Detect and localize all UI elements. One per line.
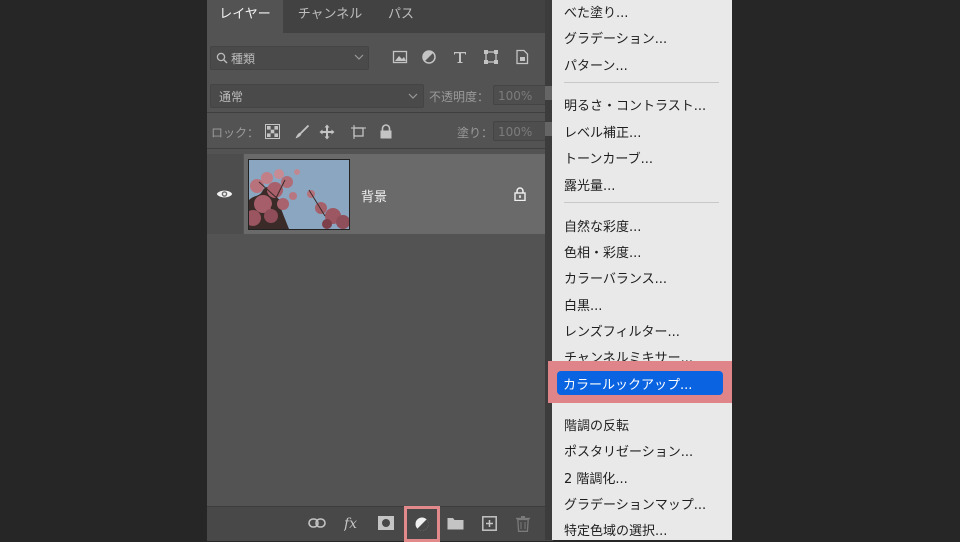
layers-panel: レイヤー チャンネル パス 種類 通常 不透明度： 100% ロック： 塗り： … — [207, 0, 553, 542]
type-filter-icon[interactable] — [452, 49, 468, 65]
opacity-label: 不透明度： — [429, 90, 490, 104]
adjustment-layer-icon[interactable] — [414, 516, 430, 532]
menu-item-selective-color[interactable]: 特定色域の選択... — [564, 520, 667, 539]
scroll-marker — [545, 122, 552, 136]
opacity-input[interactable]: 100% — [493, 85, 549, 105]
scrollbar[interactable] — [545, 0, 552, 540]
layer-filter-row: 種類 — [207, 46, 553, 72]
adjustment-layer-menu: べた塗り... グラデーション... パターン... 明るさ・コントラスト...… — [548, 0, 732, 540]
menu-item-invert[interactable]: 階調の反転 — [564, 415, 629, 434]
menu-item-levels[interactable]: レベル補正... — [564, 122, 641, 141]
scroll-marker — [545, 86, 552, 100]
layer-item[interactable]: 背景 — [244, 154, 553, 234]
menu-item-gradient[interactable]: グラデーション... — [564, 28, 667, 47]
fill-label: 塗り： — [457, 126, 494, 140]
folder-icon[interactable] — [447, 516, 464, 530]
menu-item-posterize[interactable]: ポスタリゼーション... — [564, 441, 693, 460]
chevron-down-icon — [408, 93, 418, 99]
tab-layers[interactable]: レイヤー — [207, 0, 283, 33]
layer-name: 背景 — [361, 190, 388, 205]
filter-kind-label: 種類 — [231, 52, 256, 66]
menu-item-threshold[interactable]: 2 階調化... — [564, 468, 628, 487]
divider — [207, 148, 553, 149]
menu-separator — [564, 202, 719, 203]
move-icon[interactable] — [319, 124, 335, 140]
search-icon — [216, 52, 228, 64]
link-icon[interactable] — [308, 516, 326, 530]
image-filter-icon[interactable] — [392, 49, 408, 65]
layer-row[interactable]: 背景 — [207, 154, 553, 234]
svg-text:fx: fx — [344, 516, 357, 532]
menu-item-curves[interactable]: トーンカーブ... — [564, 148, 653, 167]
panel-tab-bar: レイヤー チャンネル パス — [207, 0, 553, 33]
mask-icon[interactable] — [378, 516, 394, 530]
new-layer-icon[interactable] — [482, 516, 497, 531]
menu-separator — [564, 82, 719, 83]
fx-icon[interactable]: fx — [344, 514, 362, 532]
layer-thumbnail — [248, 159, 350, 230]
menu-item-color-lookup[interactable]: カラールックアップ... — [557, 371, 723, 395]
smart-object-filter-icon[interactable] — [514, 49, 530, 65]
lock-icon[interactable] — [379, 124, 393, 139]
menu-item-label: カラールックアップ... — [563, 378, 693, 393]
fill-input[interactable]: 100% — [493, 121, 549, 141]
lock-label: ロック： — [211, 126, 260, 140]
menu-item-brightness-contrast[interactable]: 明るさ・コントラスト... — [564, 95, 706, 114]
menu-item-gradient-map[interactable]: グラデーションマップ... — [564, 494, 706, 513]
blend-mode-value: 通常 — [219, 90, 244, 104]
menu-item-pattern[interactable]: パターン... — [564, 55, 628, 74]
lock-row: ロック： 塗り： 100% — [207, 120, 553, 144]
blend-row: 通常 不透明度： 100% — [207, 84, 553, 108]
blend-mode-select[interactable]: 通常 — [210, 84, 424, 108]
menu-item-color-balance[interactable]: カラーバランス... — [564, 268, 667, 287]
blossom-photo-thumbnail — [249, 160, 349, 229]
menu-item-exposure[interactable]: 露光量... — [564, 175, 615, 194]
menu-item-solid-color[interactable]: べた塗り... — [564, 2, 628, 21]
layers-bottom-toolbar: fx — [207, 506, 553, 542]
tab-paths[interactable]: パス — [377, 0, 425, 33]
shape-filter-icon[interactable] — [483, 49, 499, 65]
menu-item-vibrance[interactable]: 自然な彩度... — [564, 216, 641, 235]
menu-item-photo-filter[interactable]: レンズフィルター... — [564, 321, 680, 340]
eye-icon[interactable] — [216, 188, 233, 200]
filter-kind-select[interactable]: 種類 — [210, 46, 369, 70]
adjustment-filter-icon[interactable] — [421, 49, 437, 65]
lock-transparent-pixels-icon[interactable] — [265, 124, 280, 139]
chevron-down-icon — [354, 54, 364, 60]
trash-icon[interactable] — [516, 516, 530, 532]
menu-item-black-white[interactable]: 白黒... — [564, 295, 602, 314]
divider — [207, 112, 553, 113]
menu-item-hue-saturation[interactable]: 色相・彩度... — [564, 242, 641, 261]
brush-icon[interactable] — [294, 124, 310, 140]
tab-channels[interactable]: チャンネル — [283, 0, 377, 33]
lock-icon — [514, 187, 526, 201]
visibility-toggle[interactable] — [207, 154, 243, 234]
artboard-icon[interactable] — [350, 124, 366, 140]
